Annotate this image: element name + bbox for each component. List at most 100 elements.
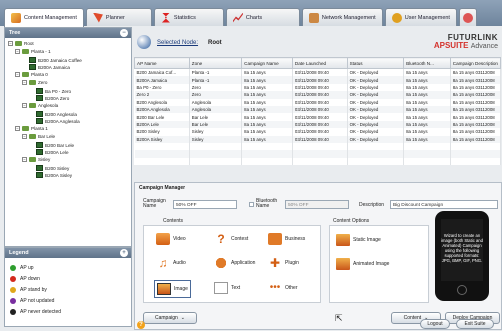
tab-statistics[interactable]: Statistics [153, 8, 224, 26]
campaign-name-field[interactable]: 50% OFF [173, 200, 237, 209]
chevron-down-icon: ⌄ [180, 315, 185, 321]
selected-node-label[interactable]: Selected Node: [157, 40, 198, 46]
table-cell: B200A Lele [134, 120, 190, 129]
column-header[interactable]: Campaign Description [449, 57, 502, 69]
tree-node-ap[interactable]: B200 Jamaica Coffee [29, 57, 82, 63]
tree-node-ap[interactable]: B200A Lele [36, 149, 69, 155]
content-type-image[interactable]: Image [154, 280, 191, 298]
table-cell [241, 150, 293, 158]
table-cell: 8a 15 anys [403, 98, 451, 106]
table-cell: 8a 15 anys [403, 120, 451, 129]
table-row[interactable]: B200A Jamaica Planta -1 8a 15 anys 03/11/20… [134, 76, 502, 84]
table-cell [292, 142, 348, 151]
option-animated-image[interactable]: Animated Image [336, 258, 389, 270]
tab-charts[interactable]: Charts [225, 8, 300, 26]
content-management-icon [11, 13, 21, 23]
expand-icon[interactable]: − [8, 41, 13, 46]
table-row[interactable]: B200A Anglesola Anglesola 8a 15 anys 03/11/… [134, 105, 502, 114]
tree-node-ap[interactable]: B200A Jamaica [29, 64, 70, 70]
column-header[interactable]: Zone [188, 57, 243, 69]
table-cell [134, 142, 190, 151]
table-row[interactable]: B200 Sisley Sisley 8a 15 anys 03/11/2008 09… [134, 128, 502, 136]
expand-icon[interactable]: − [22, 134, 27, 139]
table-cell [292, 157, 348, 166]
table-row[interactable]: B200A Sisley Sisley 8a 15 anys 03/11/2008 0… [134, 135, 502, 143]
tree-node-zone[interactable]: − Bar Lele [22, 134, 55, 139]
content-type-application[interactable]: Application [214, 257, 255, 269]
expand-icon[interactable]: − [22, 157, 27, 162]
tree-node-zone[interactable]: − Planta 1 [15, 126, 48, 131]
table-row[interactable]: B200 Bar Lele Bar Lele 8a 15 anys 03/11/200… [134, 113, 502, 121]
content-type-other[interactable]: ••• Other [268, 282, 298, 294]
tree-node-ap[interactable]: B200A Anglesola [36, 118, 80, 124]
video-icon [156, 233, 170, 245]
table-cell: 8a 15 anys [241, 83, 293, 92]
table-row[interactable] [134, 157, 502, 166]
column-header[interactable]: Status [346, 57, 405, 69]
tree-node-zone[interactable]: − Planta 0 [15, 72, 48, 77]
tree-node-ap[interactable]: B200 Bar Lele [36, 142, 74, 148]
column-header[interactable]: Campaign Name [241, 57, 293, 69]
table-row[interactable] [134, 150, 502, 158]
content-type-business[interactable]: Business [268, 233, 305, 245]
table-row[interactable]: Zero 2 Zero 8a 15 anys 03/11/2008 09:40 OK -… [134, 91, 502, 99]
table-row[interactable]: B200 Anglesola Anglesola 8a 15 anys 03/11/2… [134, 98, 502, 106]
legend-expand-button[interactable]: + [120, 249, 128, 257]
column-header[interactable]: Bluetooth N... [403, 57, 451, 69]
expand-icon[interactable]: − [22, 80, 27, 85]
tab-planner[interactable]: Planner [85, 8, 152, 26]
expand-icon[interactable]: − [15, 126, 20, 131]
description-label: Description [359, 202, 385, 208]
table-cell: 8a 15 anys 03112008 [450, 91, 502, 99]
tab-user-management[interactable]: User Management [384, 8, 457, 26]
column-header[interactable]: Date Launched [291, 57, 348, 69]
table-cell: 03/11/2008 09:40 [292, 76, 348, 84]
bluetooth-name-checkbox[interactable] [249, 202, 254, 207]
tab-network-management[interactable]: Network Management [301, 8, 383, 26]
content-type-label: Application [231, 260, 256, 266]
expand-icon[interactable]: − [15, 72, 20, 77]
tree-collapse-button[interactable]: − [120, 29, 128, 37]
access-point-icon [29, 57, 36, 63]
tab-content-management[interactable]: Content Management [4, 8, 84, 27]
tree-node-ap[interactable]: B200A Zero [36, 95, 69, 101]
table-cell: Sisley [189, 128, 243, 136]
table-row[interactable]: Ba P0 - Zero Zero 8a 15 anys 03/11/2008 09:… [134, 83, 502, 92]
column-header[interactable]: AP Name [134, 57, 190, 69]
campaign-menu-button[interactable]: Campaign ⌄ [143, 312, 197, 324]
tree-node-zone[interactable]: − Sisley [22, 157, 50, 162]
table-cell: B200A Sisley [134, 135, 190, 143]
tree-node-zone[interactable]: − Planta - 1 [15, 49, 51, 54]
tree-node-ap[interactable]: B200 Sisley [36, 165, 69, 171]
logout-button[interactable]: Logout [420, 319, 450, 329]
content-type-audio[interactable]: ♫ Audio [156, 257, 186, 269]
content-type-label: Plugin [285, 260, 299, 266]
bluetooth-name-label: Bluetooth Name [256, 198, 278, 209]
table-row[interactable]: B200A Lele Bar Lele 8a 15 anys 03/11/2008 0… [134, 120, 502, 129]
expand-icon[interactable]: − [22, 103, 27, 108]
description-field[interactable]: Big Discount Campaign [390, 200, 498, 209]
exit-suite-button[interactable]: Exit Suite [456, 319, 494, 329]
tree-node-ap[interactable]: Ba P0 - Zero [36, 88, 71, 94]
table-cell: 8a 15 anys 03112008 [450, 128, 502, 136]
help-icon[interactable]: ? [137, 321, 145, 329]
table-cell: 8a 15 anys [403, 91, 451, 99]
content-type-video[interactable]: Video [156, 233, 186, 245]
tree-node-zone[interactable]: − Zero [22, 80, 47, 85]
bluetooth-name-field[interactable]: 50% OFF [285, 200, 349, 209]
tree-node-ap[interactable]: B200A Sisley [36, 172, 72, 178]
table-row[interactable] [134, 142, 502, 151]
tree-node-root[interactable]: − Root [8, 41, 34, 46]
tree-node-ap[interactable]: B200 Anglesola [36, 111, 77, 117]
table-cell [134, 157, 190, 166]
option-static-image[interactable]: Static Image [336, 234, 381, 246]
tab-extra[interactable] [458, 8, 477, 26]
table-row[interactable]: B200 Jamaica Cof... Planta -1 8a 15 anys 03… [134, 68, 502, 77]
tree-node-label: Ba P0 - Zero [45, 88, 72, 94]
legend-label: AP up [20, 264, 34, 271]
content-type-plugin[interactable]: ✚ Plugin [268, 257, 299, 269]
expand-icon[interactable]: − [15, 49, 20, 54]
content-type-text[interactable]: Text [214, 282, 240, 294]
content-type-contest[interactable]: ? Contest [214, 233, 248, 245]
tree-node-zone[interactable]: − Anglesola [22, 103, 58, 108]
